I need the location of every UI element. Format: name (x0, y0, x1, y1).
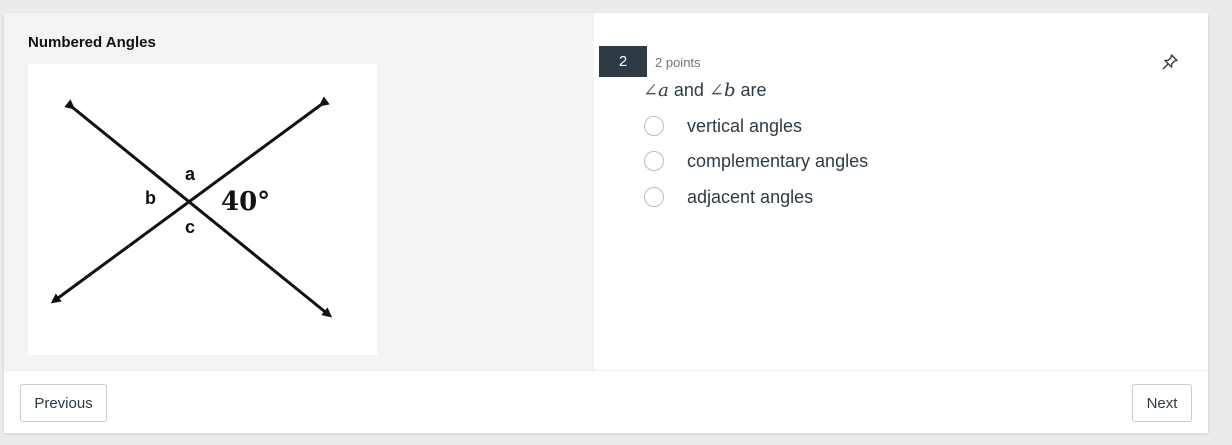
label-angle-measure: 40° (221, 187, 270, 217)
stimulus-title: Numbered Angles (28, 34, 156, 51)
answer-label: adjacent angles (687, 186, 814, 207)
label-c: c (185, 217, 195, 237)
answer-option[interactable]: complementary angles (644, 147, 868, 175)
stimulus-panel: Numbered Angles a b c 40° (4, 13, 594, 370)
question-prompt: ∠a and ∠b are (643, 80, 767, 101)
question-number-badge: 2 (599, 46, 647, 77)
previous-button[interactable]: Previous (20, 384, 107, 422)
quiz-card: Numbered Angles a b c 40° 2 2 points ∠a … (4, 13, 1208, 433)
navigation-footer: Previous Next (4, 370, 1208, 433)
answer-option[interactable]: vertical angles (644, 112, 802, 140)
angle-symbol: ∠ (708, 80, 724, 101)
question-points: 2 points (655, 55, 701, 70)
next-button[interactable]: Next (1132, 384, 1192, 422)
radio-button[interactable] (644, 187, 664, 207)
prompt-tail: are (740, 80, 767, 100)
prompt-connector: and (673, 80, 704, 100)
intersecting-lines-diagram: a b c 40° (50, 96, 333, 318)
answer-label: vertical angles (687, 115, 803, 136)
label-a: a (185, 164, 196, 184)
prompt-var-b: b (724, 80, 736, 101)
radio-button[interactable] (644, 151, 664, 171)
angle-figure: a b c 40° (28, 64, 377, 355)
radio-button[interactable] (644, 116, 664, 136)
label-b: b (145, 188, 156, 208)
prompt-var-a: a (658, 80, 669, 101)
answer-option[interactable]: adjacent angles (644, 183, 813, 211)
line-descending (64, 99, 333, 318)
pin-icon[interactable] (1159, 51, 1181, 73)
line-ascending (50, 96, 330, 304)
angle-symbol: ∠ (643, 80, 659, 101)
answer-label: complementary angles (687, 150, 869, 171)
question-panel: 2 2 points ∠a and ∠b are vertical angles… (594, 13, 1208, 370)
